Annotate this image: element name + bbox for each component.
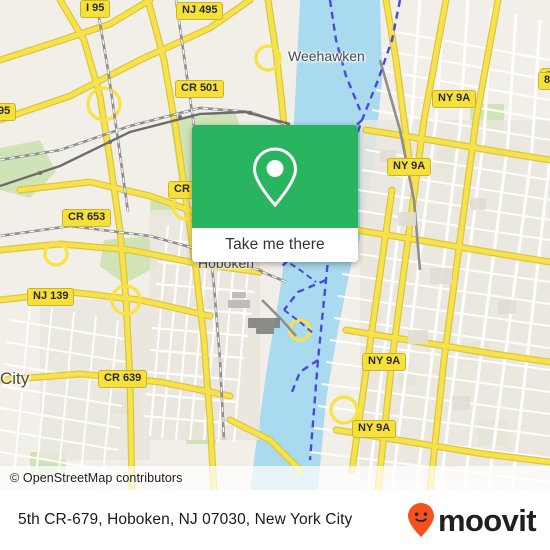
map-pin-icon <box>252 146 298 207</box>
callout-icon-area <box>192 125 358 228</box>
moovit-map-screenshot: Weehawken Hoboken City I 95 NJ 495 CR 50… <box>0 0 550 550</box>
road-shield-95: 95 <box>0 103 17 121</box>
moovit-wordmark: moovit <box>437 502 537 538</box>
map-label-weehawken: Weehawken <box>288 48 365 64</box>
road-shield-ny9a-3: NY 9A <box>362 353 407 371</box>
moovit-smiley-pin-icon <box>407 503 434 537</box>
road-shield-cr639: CR 639 <box>98 370 148 388</box>
road-shield-nj139: NJ 139 <box>27 288 75 306</box>
osm-attribution-text: © OpenStreetMap contributors <box>10 471 183 485</box>
moovit-brand: moovit <box>406 502 550 538</box>
road-shield-cr653: CR 653 <box>62 209 112 227</box>
road-shield-ny9a-2: NY 9A <box>387 158 432 176</box>
road-shield-8: 8 <box>538 72 550 90</box>
road-shield-ny9a-1: NY 9A <box>432 90 477 108</box>
destination-callout-card[interactable]: Take me there <box>192 125 358 262</box>
footer-bar: 5th CR-679, Hoboken, NJ 07030, New York … <box>0 490 550 550</box>
map-label-city: City <box>0 369 30 388</box>
road-shield-ny9a-4: NY 9A <box>352 420 397 438</box>
take-me-there-label: Take me there <box>225 236 325 253</box>
road-shield-i95: I 95 <box>80 0 111 18</box>
osm-attribution-bar: © OpenStreetMap contributors <box>0 466 550 490</box>
take-me-there-button[interactable]: Take me there <box>192 228 358 262</box>
road-shield-nj495: NJ 495 <box>176 2 224 20</box>
address-text: 5th CR-679, Hoboken, NJ 07030, New York … <box>18 511 353 528</box>
road-shield-cr501: CR 501 <box>175 80 225 98</box>
